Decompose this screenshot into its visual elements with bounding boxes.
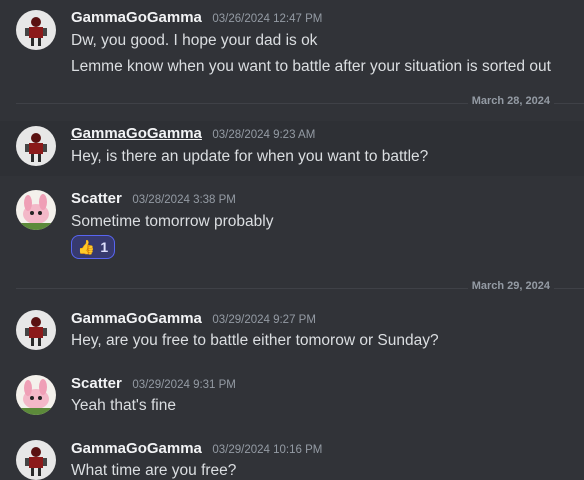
message-group: GammaGoGamma 03/26/2024 12:47 PM Dw, you… <box>0 0 584 100</box>
reaction-count: 1 <box>100 239 109 255</box>
gamma-avatar-icon <box>16 126 56 166</box>
message-text: Yeah that's fine <box>71 397 176 414</box>
message-group: GammaGoGamma 03/28/2024 9:23 AM Hey, is … <box>0 121 584 176</box>
thumbs-up-icon: 👍 <box>77 239 96 255</box>
timestamp: 03/28/2024 9:23 AM <box>212 129 316 141</box>
message-text: Hey, is there an update for when you wan… <box>71 148 429 165</box>
avatar-gammagogamma[interactable] <box>16 310 56 350</box>
timestamp: 03/26/2024 12:47 PM <box>212 13 323 25</box>
message-text: Lemme know when you want to battle after… <box>71 58 551 75</box>
username[interactable]: GammaGoGamma <box>71 9 202 26</box>
avatar-scatter[interactable] <box>16 190 56 230</box>
timestamp: 03/29/2024 9:27 PM <box>212 314 316 326</box>
gamma-avatar-icon <box>16 440 56 480</box>
date-divider-label: March 28, 2024 <box>467 95 554 107</box>
message-text: Hey, are you free to battle either tomor… <box>71 332 439 349</box>
message-group: Scatter 03/28/2024 3:38 PM Sometime tomo… <box>0 186 584 266</box>
date-divider: March 29, 2024 <box>16 280 584 292</box>
username[interactable]: Scatter <box>71 190 122 207</box>
date-divider: March 28, 2024 <box>16 95 584 107</box>
gamma-avatar-icon <box>16 10 56 50</box>
username[interactable]: GammaGoGamma <box>71 310 202 327</box>
date-divider-label: March 29, 2024 <box>467 280 554 292</box>
gamma-avatar-icon <box>16 310 56 350</box>
scatter-avatar-icon <box>16 190 56 230</box>
username[interactable]: GammaGoGamma <box>71 125 202 142</box>
message-group: GammaGoGamma 03/29/2024 9:27 PM Hey, are… <box>0 306 584 366</box>
message-group: GammaGoGamma 03/29/2024 10:16 PM What ti… <box>0 436 584 480</box>
reaction-thumbs-up[interactable]: 👍 1 <box>71 235 115 259</box>
timestamp: 03/28/2024 3:38 PM <box>132 194 236 206</box>
message-group: Scatter 03/29/2024 9:31 PM Yeah that's f… <box>0 371 584 431</box>
avatar-gammagogamma[interactable] <box>16 126 56 166</box>
username[interactable]: GammaGoGamma <box>71 440 202 457</box>
timestamp: 03/29/2024 9:31 PM <box>132 379 236 391</box>
timestamp: 03/29/2024 10:16 PM <box>212 444 323 456</box>
message-text: Sometime tomorrow probably <box>71 213 274 230</box>
avatar-gammagogamma[interactable] <box>16 10 56 50</box>
message-text: What time are you free? <box>71 462 237 479</box>
scatter-avatar-icon <box>16 375 56 415</box>
message-text: Dw, you good. I hope your dad is ok <box>71 32 318 49</box>
avatar-scatter[interactable] <box>16 375 56 415</box>
avatar-gammagogamma[interactable] <box>16 440 56 480</box>
username[interactable]: Scatter <box>71 375 122 392</box>
